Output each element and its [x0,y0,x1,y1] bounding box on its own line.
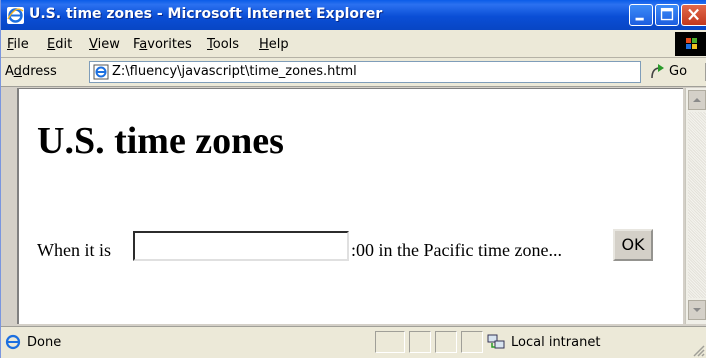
chevron-up-icon [693,98,701,102]
menu-view[interactable]: View [89,37,120,52]
scroll-down-button[interactable] [688,300,706,320]
menu-accel: V [89,37,98,52]
scroll-track[interactable] [688,112,706,298]
ie-logo-icon [7,7,24,24]
menu-favorites[interactable]: Favorites [133,37,192,52]
security-zone-text: Local intranet [511,335,601,350]
status-panel [375,331,405,353]
menu-label: dit [55,37,73,52]
address-label: Address [5,64,57,79]
go-label: Go [669,64,688,79]
menu-file[interactable]: File [7,37,29,52]
menu-bar: File Edit View Favorites Tools Help [1,30,706,58]
menu-label: iew [97,37,120,52]
windows-flag-graphic [686,38,697,49]
status-panel [435,331,457,353]
form-suffix-text: :00 in the Pacific time zone... [351,240,562,260]
address-bar: Address Z:\fluency\javascript\time_zones… [1,58,706,87]
page-done-icon [5,334,21,350]
maximize-button[interactable] [655,4,679,26]
page-content: U.S. time zones When it is :00 in the Pa… [17,88,683,324]
menu-accel: E [47,37,56,52]
address-label-accel: d [13,64,22,79]
address-label-part: dress [21,64,57,79]
menu-accel: H [259,37,269,52]
chevron-down-icon [693,308,701,312]
menu-edit[interactable]: Edit [47,37,72,52]
maximize-icon [660,7,674,21]
menu-label: ile [13,37,29,52]
status-text: Done [27,335,62,350]
windows-flag-icon [675,32,706,56]
page-title: U.S. time zones [37,120,284,162]
minimize-button[interactable] [629,4,653,26]
status-panel [409,331,431,353]
close-button[interactable] [681,4,706,26]
minimize-icon [635,17,644,21]
menu-label: elp [268,37,289,52]
page-icon [93,64,109,80]
title-bar[interactable]: U.S. time zones - Microsoft Internet Exp… [1,0,706,30]
menu-tools[interactable]: Tools [207,37,239,52]
address-url: Z:\fluency\javascript\time_zones.html [112,64,357,79]
window-title: U.S. time zones - Microsoft Internet Exp… [29,6,383,22]
close-icon [688,8,699,21]
status-bar: Done Local intranet [1,326,706,358]
menu-label: ools [212,37,240,52]
menu-help[interactable]: Help [259,37,289,52]
resize-grip-icon[interactable] [689,341,705,357]
form-prefix-text: When it is [37,240,111,260]
intranet-icon [487,334,505,349]
go-arrow-icon [651,64,664,79]
ok-button[interactable]: OK [613,229,653,261]
go-button[interactable]: Go [649,62,701,82]
hour-input[interactable] [133,231,349,261]
menu-label: vorites [147,37,192,52]
status-panel [461,331,483,353]
address-input[interactable]: Z:\fluency\javascript\time_zones.html [89,61,706,83]
browser-window: U.S. time zones - Microsoft Internet Exp… [0,0,706,358]
address-label-part: A [5,64,14,79]
vertical-scrollbar[interactable] [685,88,706,324]
scroll-up-button[interactable] [688,90,706,110]
